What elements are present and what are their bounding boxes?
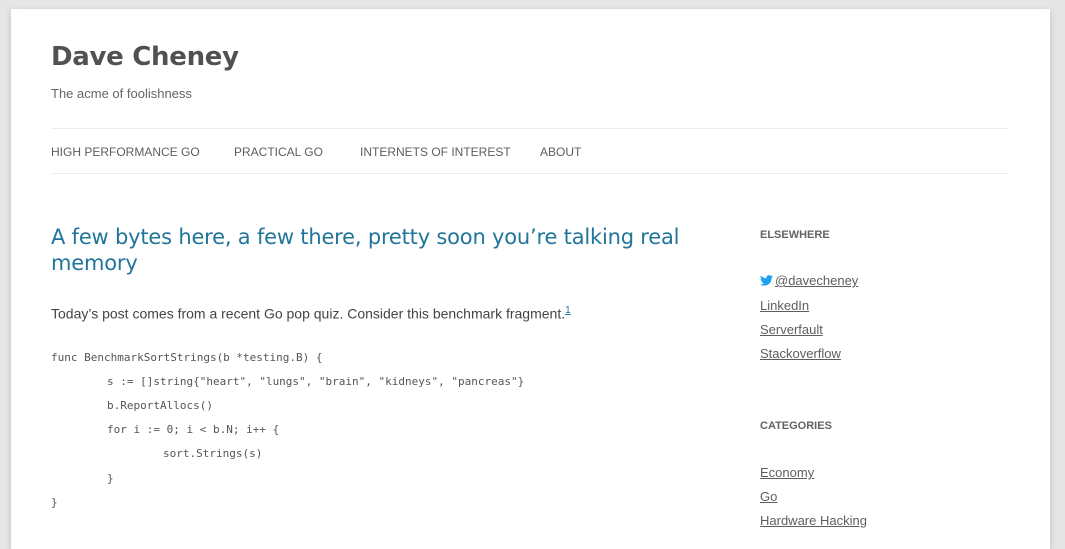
nav-item-internets-of-interest[interactable]: INTERNETS OF INTEREST	[360, 145, 511, 159]
footnote-link[interactable]: 1	[565, 305, 571, 316]
site-title[interactable]: Dave Cheney	[51, 42, 239, 72]
post-title[interactable]: A few bytes here, a few there, pretty so…	[51, 224, 711, 276]
code-line: }	[107, 472, 114, 485]
main-navigation: HIGH PERFORMANCE GO PRACTICAL GO INTERNE…	[51, 128, 1009, 174]
category-link-hardware-hacking[interactable]: Hardware Hacking	[760, 513, 867, 528]
nav-item-about[interactable]: ABOUT	[540, 145, 581, 159]
serverfault-link[interactable]: Serverfault	[760, 322, 823, 337]
code-line: s := []string{"heart", "lungs", "brain",…	[107, 375, 525, 388]
widget-title-elsewhere: ELSEWHERE	[760, 229, 830, 241]
code-line: }	[51, 496, 58, 509]
twitter-handle: @davecheney	[775, 273, 859, 288]
linkedin-link[interactable]: LinkedIn	[760, 298, 809, 313]
code-line: func BenchmarkSortStrings(b *testing.B) …	[51, 351, 323, 364]
widget-title-categories: CATEGORIES	[760, 420, 832, 432]
page-container: Dave Cheney The acme of foolishness HIGH…	[11, 9, 1050, 549]
twitter-icon	[760, 274, 773, 289]
nav-item-practical-go[interactable]: PRACTICAL GO	[234, 145, 323, 159]
post-intro: Today’s post comes from a recent Go pop …	[51, 303, 571, 322]
twitter-link[interactable]: @davecheney	[760, 273, 858, 289]
site-description: The acme of foolishness	[51, 86, 192, 101]
stackoverflow-link[interactable]: Stackoverflow	[760, 346, 841, 361]
category-link-go[interactable]: Go	[760, 489, 777, 504]
code-line: b.ReportAllocs()	[107, 399, 213, 412]
nav-item-high-performance-go[interactable]: HIGH PERFORMANCE GO	[51, 145, 200, 159]
code-line: for i := 0; i < b.N; i++ {	[107, 423, 280, 436]
post-intro-text: Today’s post comes from a recent Go pop …	[51, 305, 566, 322]
category-link-economy[interactable]: Economy	[760, 465, 814, 480]
code-line: sort.Strings(s)	[163, 447, 263, 460]
